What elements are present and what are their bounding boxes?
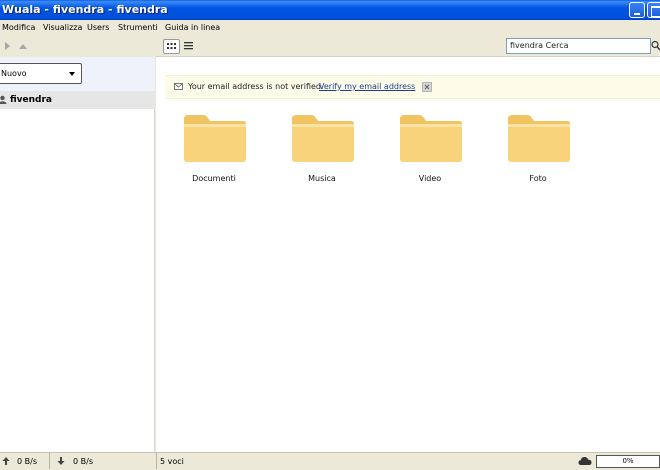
menu-strumenti[interactable]: Strumenti — [118, 22, 158, 33]
user-icon — [0, 95, 7, 104]
status-bar — [0, 452, 660, 470]
search-input[interactable]: fivendra Cerca — [506, 38, 651, 54]
grid-view-button[interactable] — [163, 39, 180, 54]
folder-documenti[interactable] — [183, 113, 247, 163]
menu-guida[interactable]: Guida in linea — [165, 22, 220, 33]
grid-icon — [167, 43, 176, 49]
maximize-button[interactable] — [647, 2, 660, 18]
up-arrow-icon[interactable] — [18, 41, 28, 51]
folder-musica[interactable] — [291, 113, 355, 163]
new-dropdown[interactable]: Nuovo — [0, 63, 82, 84]
cloud-icon — [578, 457, 592, 465]
sidebar — [0, 57, 155, 452]
search-icon[interactable] — [651, 40, 660, 52]
status-divider — [156, 453, 157, 469]
forward-arrow-icon[interactable] — [2, 41, 12, 51]
title-bar: Wuala - fivendra - fivendra — [0, 0, 660, 20]
menu-modifica[interactable]: Modifica — [2, 22, 35, 33]
tree-item-label: fivendra — [10, 95, 53, 105]
window-title: Wuala - fivendra - fivendra — [2, 3, 168, 16]
folder-label-documenti: Documenti — [192, 174, 236, 183]
upload-arrow-icon — [2, 457, 10, 465]
upload-speed: 0 B/s — [17, 457, 37, 466]
item-count: 5 voci — [160, 457, 184, 466]
close-icon[interactable] — [422, 82, 432, 92]
list-icon — [184, 42, 193, 50]
download-arrow-icon — [57, 457, 65, 465]
folder-label-video: Video — [418, 174, 442, 183]
sync-progress-text: 0% — [622, 457, 634, 465]
sync-progress-bar: 0% — [596, 455, 660, 468]
download-speed: 0 B/s — [73, 457, 93, 466]
folder-label-musica: Musica — [308, 174, 336, 183]
menu-users[interactable]: Users — [87, 22, 109, 33]
envelope-icon — [174, 83, 183, 90]
list-view-button[interactable] — [181, 39, 198, 54]
folder-video[interactable] — [399, 113, 463, 163]
chevron-down-icon — [69, 72, 75, 76]
new-dropdown-label: Nuovo — [1, 69, 27, 78]
verify-email-link[interactable]: Verify my email address — [319, 82, 415, 92]
menu-bar: Modifica Visualizza Users Strumenti Guid… — [0, 20, 660, 35]
status-divider — [49, 453, 50, 469]
notice-text: Your email address is not verified. — [188, 82, 324, 91]
minimize-button[interactable] — [629, 2, 645, 18]
folder-label-foto: Foto — [529, 174, 547, 183]
folder-foto[interactable] — [507, 113, 571, 163]
menu-visualizza[interactable]: Visualizza — [43, 22, 82, 33]
